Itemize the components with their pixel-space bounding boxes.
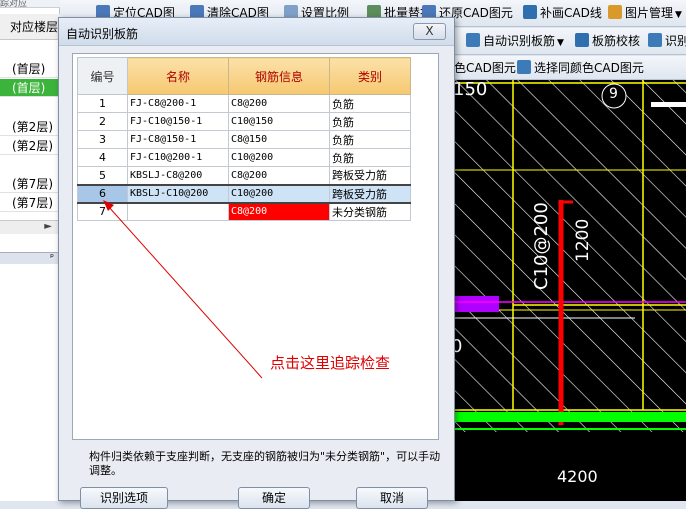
cad-canvas[interactable]: 150 C10@200 1200 9 0 4200 — [455, 80, 686, 501]
floor-row[interactable]: (第2层) — [0, 118, 60, 136]
cad-dimension-text: 0 — [455, 336, 463, 357]
dialog-title: 自动识别板筋 — [66, 27, 139, 41]
toolbar-item[interactable]: 识别 — [648, 33, 686, 49]
classification-note: 构件归类依赖于支座判断，无支座的钢筋被归为"未分类钢筋"，可以手动调整。 — [89, 450, 441, 477]
table-header-row: 编号 名称 钢筋信息 类别 — [77, 57, 411, 95]
column-header-name[interactable]: 名称 — [127, 57, 229, 95]
floor-panel: 踪对应 对应楼层 (首层) (首层) (第2层) (第2层) (第7层) (第7… — [0, 0, 60, 501]
toolbar-item[interactable]: 自动识别板筋 ▼ — [466, 33, 564, 51]
dialog-title-bar[interactable]: 自动识别板筋 X — [59, 18, 454, 46]
select-same-color-icon — [517, 60, 531, 74]
cell-name[interactable]: FJ-C8@200-1 — [127, 94, 229, 113]
chevron-down-icon: ▼ — [557, 38, 564, 48]
table-row[interactable]: 4 FJ-C10@200-1 C10@200 负筋 — [77, 148, 411, 167]
floor-row[interactable]: (第7层) — [0, 194, 60, 212]
cancel-button[interactable]: 取消 — [356, 487, 428, 509]
row-number[interactable]: 2 — [77, 112, 128, 131]
cell-info[interactable]: C8@200 — [228, 94, 330, 113]
horizontal-scrollbar[interactable]: ► — [0, 220, 60, 234]
floor-column-header[interactable]: 对应楼层 — [0, 14, 60, 40]
cad-drawing — [455, 80, 686, 501]
row-number[interactable]: 3 — [77, 130, 128, 149]
cad-rebar-label: C10@200 — [531, 202, 552, 290]
dock-pin-icon[interactable]: ᵖ — [0, 252, 60, 264]
floor-row[interactable]: (首层) — [0, 60, 60, 78]
cell-type[interactable]: 跨板受力筋 — [329, 166, 411, 185]
table-row[interactable]: 1 FJ-C8@200-1 C8@200 负筋 — [77, 94, 411, 113]
cell-type[interactable]: 负筋 — [329, 94, 411, 113]
toolbar-item[interactable]: 图片管理 ▼ — [608, 5, 682, 23]
floor-row[interactable]: (第2层) — [0, 137, 60, 155]
toolbar-item[interactable]: 色CAD图元 — [454, 60, 516, 76]
chevron-down-icon: ▼ — [675, 10, 682, 20]
toolbar-item[interactable]: 选择同颜色CAD图元 — [517, 60, 644, 76]
toolbar-item[interactable]: 补画CAD线 — [523, 5, 602, 21]
annotation-text: 点击这里追踪检查 — [270, 354, 391, 372]
table-row[interactable]: 5 KBSLJ-C8@200 C8@200 跨板受力筋 — [77, 166, 411, 185]
row-number[interactable]: 5 — [77, 166, 128, 185]
row-number[interactable]: 7 — [77, 202, 128, 221]
draw-line-icon — [523, 5, 537, 19]
rebar-grid-container: 编号 名称 钢筋信息 类别 1 FJ-C8@200-1 C8@200 负筋 2 … — [72, 53, 439, 440]
auto-recognize-icon — [466, 33, 480, 47]
cad-dimension-text: 150 — [455, 80, 488, 100]
column-header-type[interactable]: 类别 — [329, 57, 411, 95]
floor-row[interactable]: (第7层) — [0, 175, 60, 193]
cell-name[interactable]: FJ-C8@150-1 — [127, 130, 229, 149]
row-number[interactable]: 1 — [77, 94, 128, 113]
table-row[interactable]: 7 C8@200 未分类钢筋 — [77, 202, 411, 221]
cell-info-unclassified[interactable]: C8@200 — [228, 202, 330, 221]
recognition-options-button[interactable]: 识别选项 — [80, 487, 168, 509]
cell-type[interactable]: 负筋 — [329, 130, 411, 149]
close-button[interactable]: X — [413, 23, 446, 40]
cell-name[interactable]: KBSLJ-C10@200 — [127, 183, 229, 204]
column-header-no[interactable]: 编号 — [77, 57, 128, 95]
auto-recognize-rebar-dialog: 自动识别板筋 X 编号 名称 钢筋信息 类别 1 FJ-C8@200-1 C8@… — [58, 17, 455, 509]
cell-type[interactable]: 负筋 — [329, 148, 411, 167]
panel-caption: 踪对应 — [0, 0, 60, 8]
cell-info[interactable]: C8@150 — [228, 130, 330, 149]
column-header-info[interactable]: 钢筋信息 — [228, 57, 330, 95]
cell-name[interactable] — [127, 202, 229, 221]
cell-type[interactable]: 跨板受力筋 — [329, 183, 411, 204]
cad-span-dimension: 4200 — [557, 467, 598, 486]
cell-name[interactable]: FJ-C10@200-1 — [127, 148, 229, 167]
cell-info[interactable]: C10@200 — [228, 183, 330, 204]
row-number[interactable]: 6 — [77, 183, 128, 204]
cad-length-label: 1200 — [573, 218, 593, 262]
rebar-check-icon — [575, 33, 589, 47]
cell-info[interactable]: C8@200 — [228, 166, 330, 185]
recognize-icon — [648, 33, 662, 47]
image-manager-icon — [608, 5, 622, 19]
table-row[interactable]: 2 FJ-C10@150-1 C10@150 负筋 — [77, 112, 411, 131]
cell-name[interactable]: FJ-C10@150-1 — [127, 112, 229, 131]
row-number[interactable]: 4 — [77, 148, 128, 167]
ok-button[interactable]: 确定 — [238, 487, 310, 509]
toolbar-item[interactable]: 板筋校核 — [575, 33, 640, 49]
cell-name[interactable]: KBSLJ-C8@200 — [127, 166, 229, 185]
table-row[interactable]: 3 FJ-C8@150-1 C8@150 负筋 — [77, 130, 411, 149]
rebar-table: 编号 名称 钢筋信息 类别 1 FJ-C8@200-1 C8@200 负筋 2 … — [77, 57, 411, 221]
scroll-right-icon[interactable]: ► — [44, 221, 52, 232]
cell-info[interactable]: C10@150 — [228, 112, 330, 131]
cell-type[interactable]: 未分类钢筋 — [329, 202, 411, 221]
floor-row-active[interactable]: (首层) — [0, 79, 60, 97]
cell-type[interactable]: 负筋 — [329, 112, 411, 131]
cad-axis-number: 9 — [609, 86, 618, 102]
cell-info[interactable]: C10@200 — [228, 148, 330, 167]
table-row-selected[interactable]: 6 KBSLJ-C10@200 C10@200 跨板受力筋 — [77, 183, 411, 204]
